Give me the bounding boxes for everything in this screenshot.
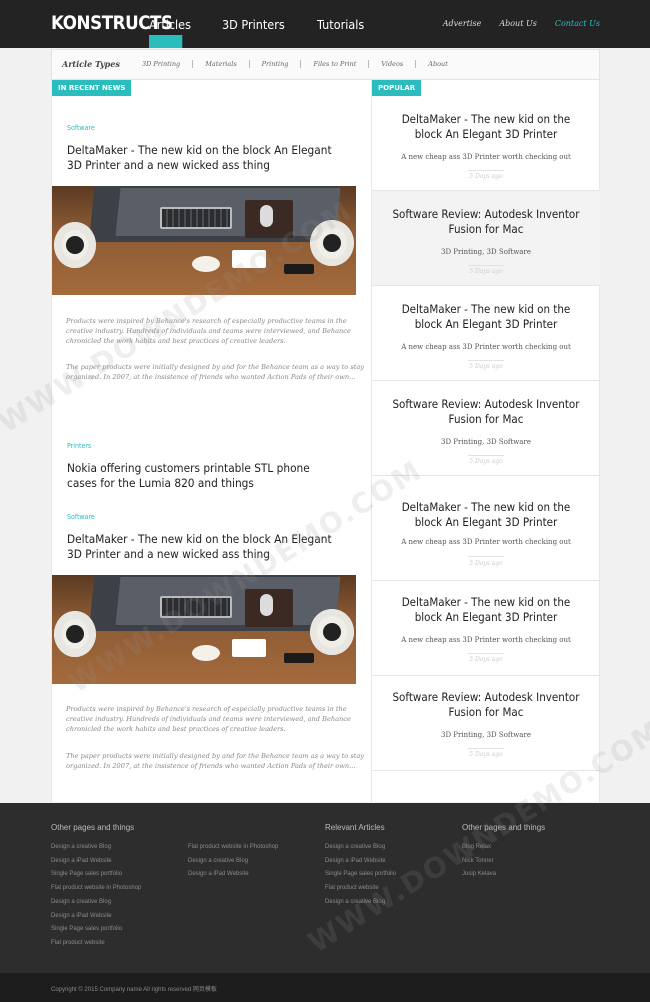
- type-link-videos[interactable]: Videos: [369, 60, 417, 68]
- divider: [468, 748, 504, 749]
- article-title[interactable]: Nokia offering customers printable STL p…: [67, 461, 334, 491]
- popular-item-date: 5 Days ago: [469, 268, 503, 275]
- copyright-bar: Copyright © 2015 Company name All rights…: [0, 973, 650, 1002]
- type-link-3d-printing[interactable]: 3D Printing: [142, 60, 194, 68]
- recent-news-badge: IN RECENT NEWS: [52, 80, 132, 96]
- footer-link[interactable]: Flat product website: [325, 882, 396, 896]
- footer-link[interactable]: Design a creative Blog: [325, 841, 396, 855]
- popular-item-title[interactable]: DeltaMaker - The new kid on the block An…: [391, 595, 582, 625]
- popular-item-title[interactable]: DeltaMaker - The new kid on the block An…: [391, 302, 582, 332]
- type-link-printing[interactable]: Printing: [250, 60, 302, 68]
- article-excerpt: The paper products were initially design…: [66, 752, 365, 770]
- article-title[interactable]: DeltaMaker - The new kid on the block An…: [67, 143, 334, 173]
- footer-link[interactable]: Design a iPad Website: [51, 855, 141, 869]
- popular-item[interactable]: DeltaMaker - The new kid on the block An…: [372, 476, 600, 581]
- popular-item[interactable]: DeltaMaker - The new kid on the block An…: [372, 581, 600, 676]
- popular-item-title[interactable]: DeltaMaker - The new kid on the block An…: [391, 500, 582, 530]
- contact-us-link[interactable]: Contact Us: [555, 19, 600, 28]
- divider: [468, 455, 504, 456]
- article-types-links: 3D Printing Materials Printing Files to …: [142, 60, 460, 68]
- footer-link[interactable]: Design a iPad Website: [325, 855, 396, 869]
- top-navbar: KONSTRUCTS Articles 3D Printers Tutorial…: [0, 0, 650, 48]
- footer-link[interactable]: Single Page sales portfolio: [51, 923, 141, 937]
- article-title[interactable]: DeltaMaker - The new kid on the block An…: [67, 532, 334, 562]
- article-image[interactable]: [52, 575, 356, 684]
- footer-column-4: Other pages and things Blog Relax Nick T…: [462, 823, 545, 882]
- article-excerpt: Products were inspired by Behance's rese…: [66, 705, 351, 733]
- popular-item-title[interactable]: Software Review: Autodesk Inventor Fusio…: [391, 207, 582, 237]
- footer-link[interactable]: Single Page sales portfolio: [51, 868, 141, 882]
- footer-link[interactable]: Flat product website in Photoshop: [188, 841, 278, 855]
- footer-link[interactable]: Single Page sales portfolio: [325, 868, 396, 882]
- advertise-link[interactable]: Advertise: [443, 19, 482, 28]
- top-right-links: Advertise About Us Contact Us: [443, 19, 600, 28]
- footer-link[interactable]: Nick Tonner: [462, 855, 545, 869]
- popular-column: POPULAR DeltaMaker - The new kid on the …: [371, 80, 600, 802]
- divider: [468, 360, 504, 361]
- footer-column-2: Flat product website in Photoshop Design…: [188, 841, 278, 882]
- article-image[interactable]: [52, 186, 356, 295]
- popular-item[interactable]: DeltaMaker - The new kid on the block An…: [372, 286, 600, 381]
- article-category[interactable]: Printers: [67, 442, 91, 450]
- popular-item[interactable]: Software Review: Autodesk Inventor Fusio…: [372, 381, 600, 476]
- popular-item[interactable]: Software Review: Autodesk Inventor Fusio…: [372, 676, 600, 771]
- divider: [468, 556, 504, 557]
- divider: [468, 653, 504, 654]
- popular-item-date: 5 Days ago: [469, 560, 503, 567]
- popular-item-desc: A new cheap ass 3D Printer worth checkin…: [401, 636, 571, 644]
- divider: [468, 265, 504, 266]
- popular-item-date: 5 Days ago: [469, 458, 503, 465]
- footer-column-3: Relevant Articles Design a creative Blog…: [325, 823, 396, 910]
- popular-item-date: 5 Days ago: [469, 173, 503, 180]
- nav-articles[interactable]: Articles: [149, 0, 191, 48]
- popular-item-title[interactable]: Software Review: Autodesk Inventor Fusio…: [391, 397, 582, 427]
- divider: [468, 170, 504, 171]
- type-link-materials[interactable]: Materials: [193, 60, 250, 68]
- article-types-bar: Article Types 3D Printing Materials Prin…: [51, 49, 600, 80]
- popular-item-desc: A new cheap ass 3D Printer worth checkin…: [401, 538, 571, 546]
- popular-item-desc: A new cheap ass 3D Printer worth checkin…: [401, 153, 571, 161]
- footer-link[interactable]: Flat product website: [51, 937, 141, 951]
- popular-item-desc: 3D Printing, 3D Software: [441, 438, 531, 446]
- footer-link[interactable]: Blog Relax: [462, 841, 545, 855]
- type-link-files-to-print[interactable]: Files to Print: [301, 60, 370, 68]
- popular-item-title[interactable]: Software Review: Autodesk Inventor Fusio…: [391, 690, 582, 720]
- popular-item-date: 5 Days ago: [469, 363, 503, 370]
- article-types-label: Article Types: [62, 59, 120, 69]
- popular-item[interactable]: DeltaMaker - The new kid on the block An…: [372, 96, 600, 191]
- article-category[interactable]: Software: [67, 513, 95, 521]
- nav-tutorials[interactable]: Tutorials: [317, 0, 364, 48]
- footer-link[interactable]: Design a creative Blog: [325, 896, 396, 910]
- popular-badge: POPULAR: [372, 80, 422, 96]
- popular-item-desc: A new cheap ass 3D Printer worth checkin…: [401, 343, 571, 351]
- footer-link[interactable]: Josip Kelava: [462, 868, 545, 882]
- popular-item-title[interactable]: DeltaMaker - The new kid on the block An…: [391, 112, 582, 142]
- popular-item[interactable]: Software Review: Autodesk Inventor Fusio…: [372, 191, 600, 286]
- recent-news-column: IN RECENT NEWS Software DeltaMaker - The…: [51, 80, 371, 802]
- site-footer: Other pages and things Design a creative…: [0, 803, 650, 973]
- popular-item-date: 5 Days ago: [469, 751, 503, 758]
- footer-link[interactable]: Design a iPad Website: [188, 868, 278, 882]
- main-nav: Articles 3D Printers Tutorials: [149, 0, 396, 48]
- footer-link[interactable]: Design a creative Blog: [51, 841, 141, 855]
- popular-item-desc: 3D Printing, 3D Software: [441, 731, 531, 739]
- article-category[interactable]: Software: [67, 124, 95, 132]
- copyright-text: Copyright © 2015 Company name All rights…: [51, 987, 217, 993]
- article-excerpt: Products were inspired by Behance's rese…: [66, 317, 351, 345]
- footer-link[interactable]: Flat product website in Photoshop: [51, 882, 141, 896]
- footer-link[interactable]: Design a iPad Website: [51, 910, 141, 924]
- type-link-about[interactable]: About: [416, 60, 460, 68]
- footer-column-1: Other pages and things Design a creative…: [51, 823, 141, 951]
- footer-heading: Relevant Articles: [325, 823, 385, 832]
- popular-item-desc: 3D Printing, 3D Software: [441, 248, 531, 256]
- footer-heading: Other pages and things: [51, 823, 135, 832]
- about-us-link[interactable]: About Us: [499, 19, 536, 28]
- popular-item-date: 5 Days ago: [469, 656, 503, 663]
- footer-link[interactable]: Design a creative Blog: [188, 855, 278, 869]
- nav-3d-printers[interactable]: 3D Printers: [222, 0, 285, 48]
- footer-link[interactable]: Design a creative Blog: [51, 896, 141, 910]
- article-excerpt: The paper products were initially design…: [66, 363, 365, 381]
- footer-heading: Other pages and things: [462, 823, 546, 832]
